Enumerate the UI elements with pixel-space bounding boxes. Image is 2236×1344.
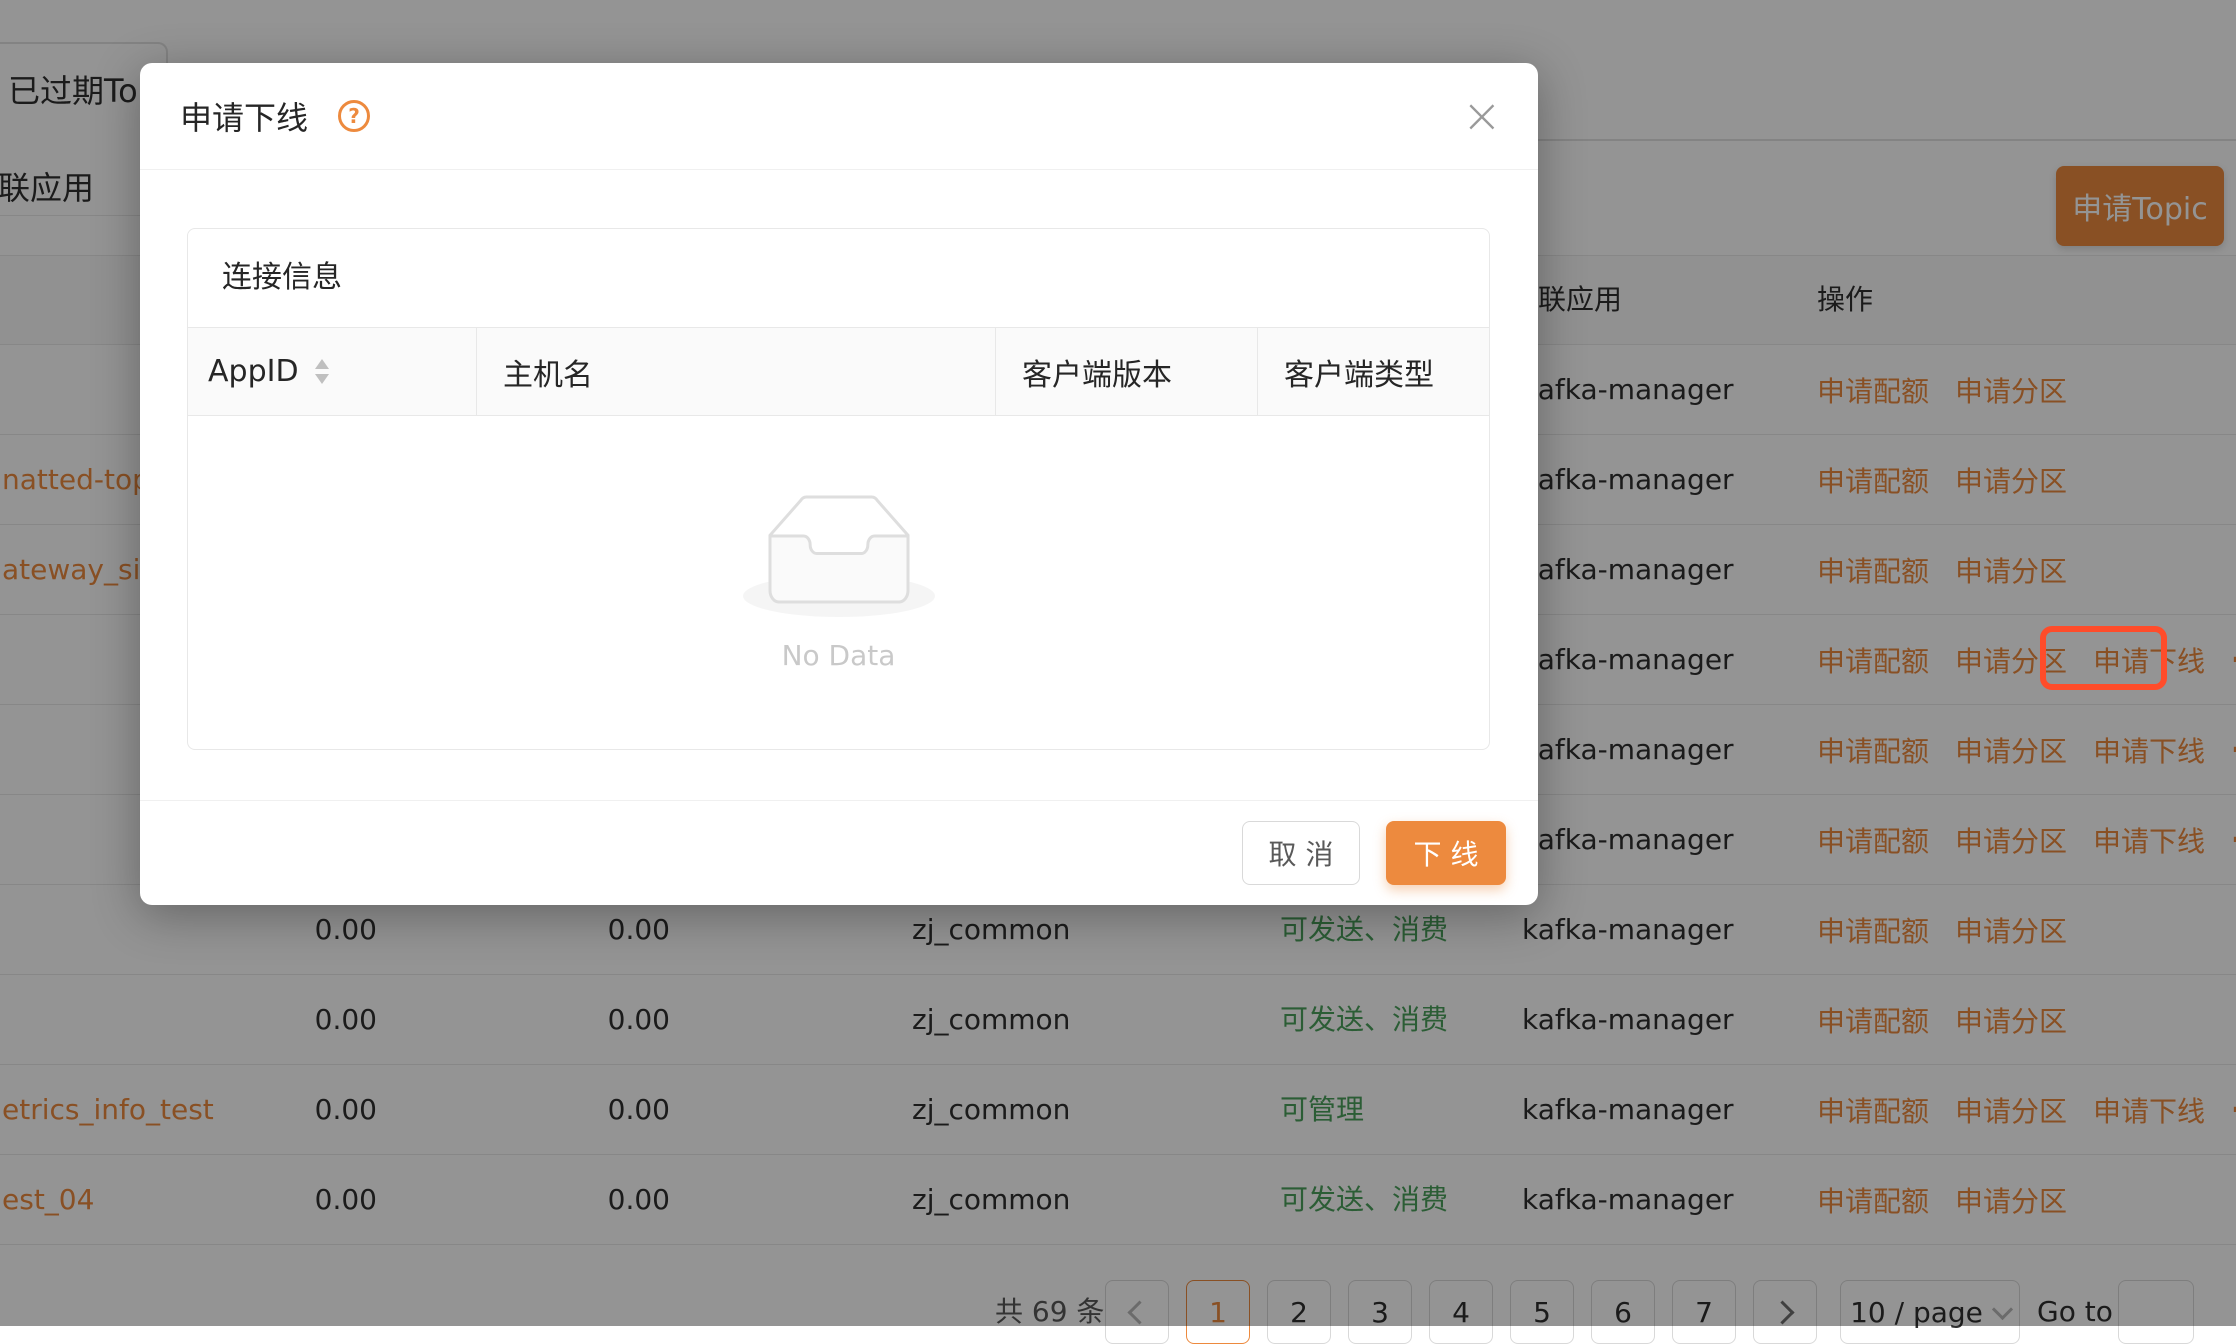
empty-inbox-icon — [743, 494, 935, 617]
cancel-button[interactable]: 取 消 — [1242, 821, 1360, 885]
connection-col-label: AppID — [208, 354, 299, 389]
empty-state-text: No Data — [782, 639, 896, 672]
connection-table-header: AppID 主机名 客户端版本 客户端类型 — [188, 327, 1489, 416]
offline-confirm-button[interactable]: 下 线 — [1386, 821, 1506, 885]
connection-info-title: 连接信息 — [188, 229, 1489, 327]
close-icon[interactable]: × — [1462, 92, 1502, 140]
sort-carets-icon[interactable] — [315, 359, 329, 384]
apply-offline-modal: 申请下线 ? × 连接信息 AppID 主机名 客户端版本 客户端类型 No Data — [140, 63, 1538, 905]
empty-state: No Data — [188, 416, 1489, 749]
connection-col-appid[interactable]: AppID — [188, 328, 476, 415]
connection-col-label: 客户端版本 — [1022, 350, 1172, 394]
connection-col-label: 客户端类型 — [1284, 350, 1434, 394]
modal-title: 申请下线 — [180, 93, 308, 139]
modal-header: 申请下线 ? × — [140, 63, 1538, 170]
modal-footer: 取 消 下 线 — [140, 800, 1538, 904]
connection-col-3: 客户端类型 — [1257, 328, 1489, 415]
connection-col-label: 主机名 — [503, 350, 593, 394]
connection-info-card: 连接信息 AppID 主机名 客户端版本 客户端类型 No Data — [187, 228, 1490, 750]
help-question-icon[interactable]: ? — [338, 100, 370, 132]
connection-col-2: 客户端版本 — [995, 328, 1257, 415]
connection-col-1: 主机名 — [476, 328, 995, 415]
